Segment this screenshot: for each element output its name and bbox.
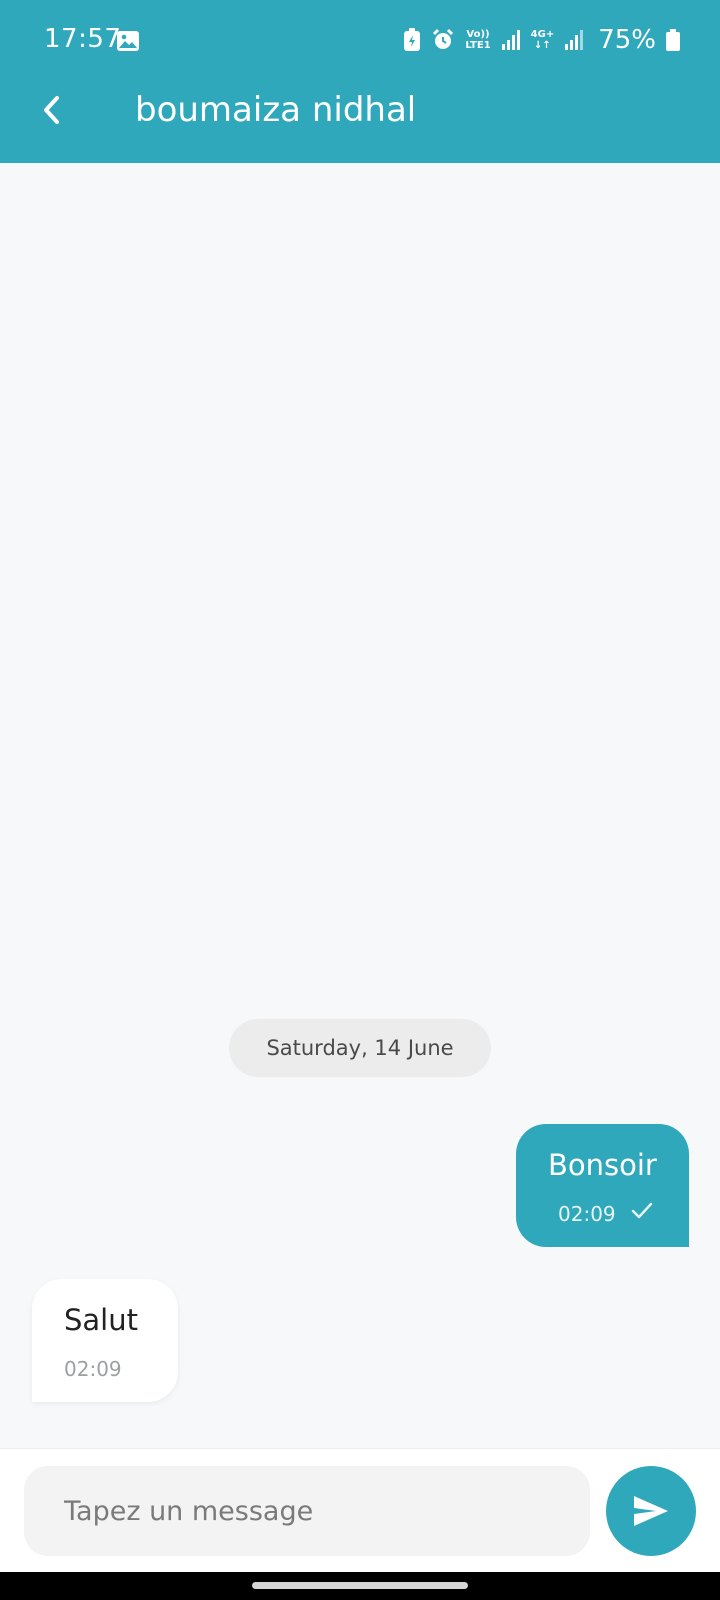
- message-time: 02:09: [64, 1357, 122, 1381]
- volte-indicator: Vo)) LTE1: [465, 29, 490, 51]
- signal-icon-secondary: [565, 30, 584, 50]
- message-time: 02:09: [558, 1202, 616, 1226]
- chat-screen: 17:57 Vo)) LTE1 4G+ ↓↑ 75% boumaiza nidh…: [0, 0, 720, 1600]
- message-text: Salut: [64, 1303, 138, 1337]
- data-arrows-label: ↓↑: [534, 40, 551, 51]
- network-type-label: 4G+: [530, 29, 555, 40]
- battery-saver-icon: [404, 28, 421, 51]
- chevron-left-icon: [44, 96, 59, 124]
- send-icon: [634, 1496, 668, 1526]
- volte-top-label: Vo)): [466, 29, 490, 40]
- battery-percent: 75%: [598, 25, 656, 55]
- date-separator: Saturday, 14 June: [229, 1019, 491, 1077]
- page-title: boumaiza nidhal: [135, 90, 417, 130]
- message-incoming[interactable]: Salut 02:09: [32, 1279, 178, 1402]
- network-type-indicator: 4G+ ↓↑: [531, 29, 555, 51]
- back-button[interactable]: [30, 88, 74, 132]
- status-time: 17:57: [44, 24, 122, 54]
- signal-icon: [501, 30, 520, 50]
- message-composer: [0, 1448, 720, 1572]
- home-gesture-handle[interactable]: [252, 1582, 468, 1589]
- gallery-icon: [117, 31, 139, 51]
- volte-bottom-label: LTE1: [465, 40, 491, 51]
- message-text: Bonsoir: [548, 1148, 657, 1182]
- system-nav-bar: [0, 1572, 720, 1600]
- message-outgoing[interactable]: Bonsoir 02:09: [516, 1124, 689, 1247]
- send-button[interactable]: [606, 1466, 696, 1556]
- app-header: 17:57 Vo)) LTE1 4G+ ↓↑ 75% boumaiza nidh…: [0, 0, 720, 163]
- status-icons: Vo)) LTE1 4G+ ↓↑ 75%: [403, 22, 680, 58]
- alarm-icon: [433, 28, 454, 49]
- check-icon: [631, 1202, 653, 1219]
- battery-icon: [666, 29, 680, 51]
- message-input[interactable]: [24, 1466, 590, 1556]
